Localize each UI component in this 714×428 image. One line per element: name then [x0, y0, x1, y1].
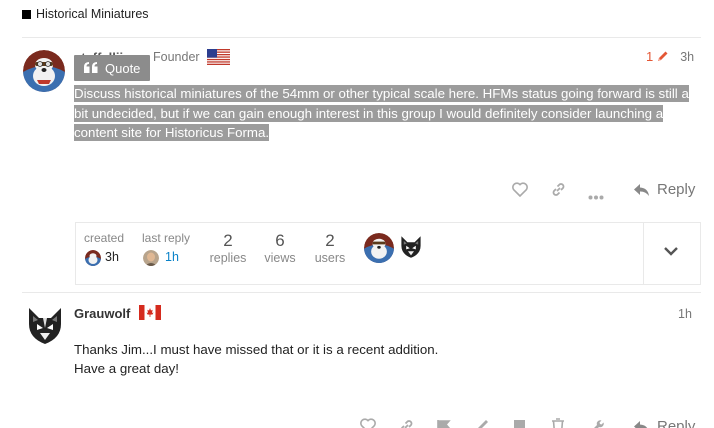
more-actions-button[interactable] — [588, 187, 604, 205]
aviator-avatar-image — [364, 233, 394, 263]
last-reply-time[interactable]: 1h — [165, 250, 179, 264]
avatar[interactable] — [23, 50, 65, 92]
category-breadcrumb[interactable]: Historical Miniatures — [22, 7, 149, 21]
avatar[interactable] — [85, 250, 101, 266]
created-label: created — [84, 231, 125, 245]
share-link-button[interactable] — [550, 181, 567, 203]
pencil-icon — [658, 51, 668, 61]
last-reply-label: last reply — [142, 231, 191, 245]
reply-button-label: Reply — [657, 181, 696, 198]
flag-button[interactable] — [436, 419, 451, 428]
post-text-line: Discuss historical miniatures of the 54m… — [74, 85, 689, 102]
users-stat: 2 users — [309, 231, 351, 265]
reply-button-label: Reply — [657, 418, 696, 428]
link-icon — [552, 183, 565, 196]
category-color-badge — [22, 9, 31, 19]
post-date[interactable]: 3h — [680, 50, 694, 64]
user-title: Founder — [153, 50, 200, 64]
aviator-avatar-image — [85, 250, 101, 266]
like-button[interactable] — [512, 182, 528, 202]
quote-icon — [84, 61, 98, 76]
reply-icon — [634, 183, 649, 196]
edit-count: 1 — [646, 49, 654, 64]
chevron-down-icon — [664, 247, 678, 256]
heart-icon — [512, 182, 528, 198]
replies-count: 2 — [223, 231, 233, 250]
post-text-line: Have a great day! — [74, 361, 179, 376]
share-link-button[interactable] — [398, 418, 415, 428]
wolf-avatar-image — [401, 236, 421, 258]
avatar[interactable] — [25, 306, 65, 346]
quote-button[interactable]: Quote — [74, 55, 150, 81]
reply-icon — [634, 420, 648, 428]
link-icon — [401, 420, 413, 428]
users-count: 2 — [325, 231, 335, 250]
pencil-icon — [478, 420, 488, 428]
post-text-line: content site for Historicus Forma. — [74, 124, 270, 142]
replies-stat: 2 replies — [205, 231, 251, 265]
flag-icon — [437, 420, 451, 428]
aviator-avatar-image — [23, 50, 65, 92]
wrench-icon — [594, 420, 604, 428]
reply-button[interactable]: Reply — [633, 418, 695, 428]
topic-map: created 3h last reply 1h 2 replies 6 vie… — [75, 222, 701, 285]
replies-label: replies — [209, 251, 247, 265]
admin-button[interactable] — [589, 418, 604, 428]
avatar[interactable] — [364, 233, 394, 263]
users-label: users — [314, 251, 346, 265]
category-link[interactable]: Historical Miniatures — [36, 7, 149, 21]
post-content: Discuss historical miniatures of the 54m… — [74, 84, 694, 143]
trash-icon — [552, 418, 564, 428]
avatar[interactable] — [143, 250, 159, 266]
canada-flag-icon — [139, 305, 161, 325]
like-button[interactable] — [360, 418, 376, 428]
views-stat: 6 views — [259, 231, 301, 265]
heart-icon — [360, 418, 376, 428]
post-content: Thanks Jim...I must have missed that or … — [74, 340, 438, 378]
created-time[interactable]: 3h — [105, 250, 119, 264]
edit-history-button[interactable]: 1 3h — [646, 49, 694, 64]
reply-button[interactable]: Reply — [633, 181, 695, 198]
post-text-line: Thanks Jim...I must have missed that or … — [74, 342, 439, 357]
post-actions-row: Reply — [0, 418, 714, 428]
wolf-avatar-image — [29, 308, 61, 344]
expand-topic-map-button[interactable] — [663, 243, 679, 261]
avatar[interactable] — [399, 235, 423, 259]
views-label: views — [264, 251, 296, 265]
topic-map-separator — [643, 223, 644, 284]
ellipsis-icon — [588, 195, 604, 200]
user-photo-avatar-image — [143, 250, 159, 266]
us-flag-icon — [207, 49, 230, 70]
bookmark-button[interactable] — [513, 419, 526, 428]
post-username[interactable]: Grauwolf — [74, 306, 130, 321]
bookmark-icon — [514, 420, 525, 428]
post-date[interactable]: 1h — [678, 307, 692, 321]
delete-button[interactable] — [551, 418, 565, 428]
quote-button-label: Quote — [105, 60, 141, 76]
edit-button[interactable] — [475, 418, 490, 428]
views-count: 6 — [275, 231, 285, 250]
post-divider — [22, 292, 701, 293]
post-text-line: bit undecided, but if we can gain enough… — [74, 104, 664, 122]
top-divider — [22, 37, 701, 38]
